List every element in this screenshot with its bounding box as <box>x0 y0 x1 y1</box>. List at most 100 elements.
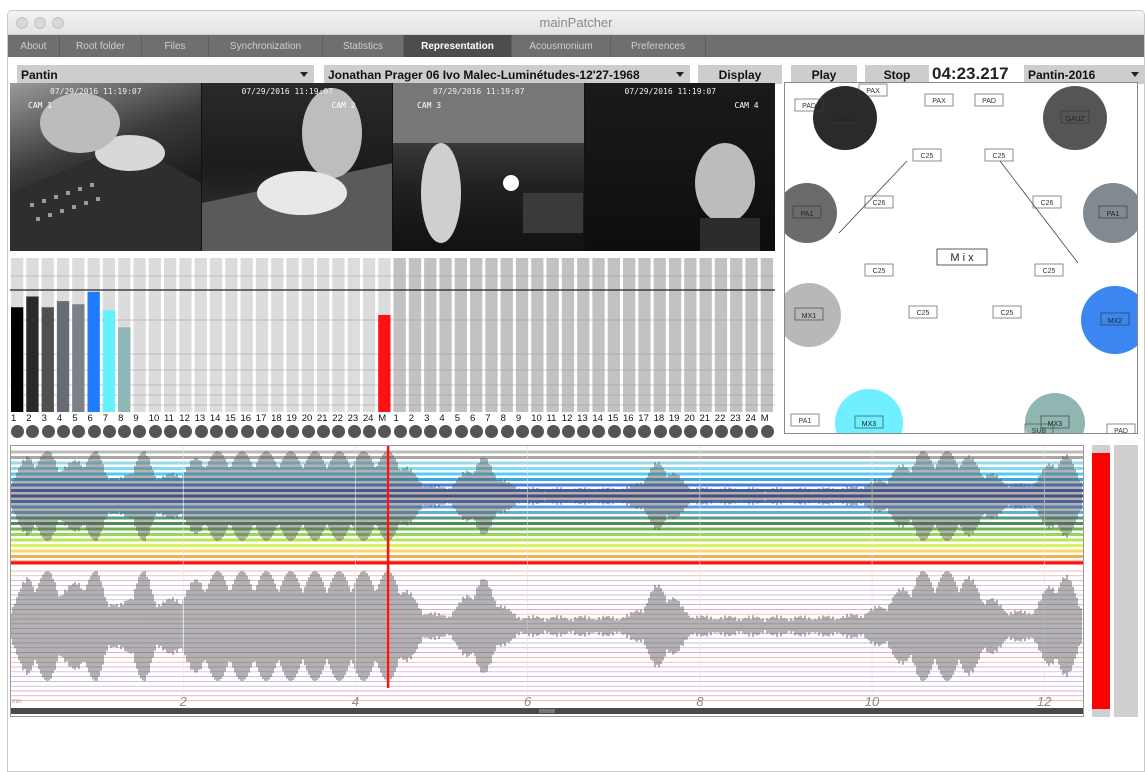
channel-label: 15 <box>607 413 619 424</box>
channel-toggle-button[interactable] <box>546 425 560 438</box>
channel-toggle-button[interactable] <box>26 425 40 438</box>
speaker-tag: SUB <box>1032 428 1047 434</box>
channel-toggle-button[interactable] <box>408 425 422 438</box>
channel-toggle-button[interactable] <box>11 425 24 438</box>
channel-toggle-button[interactable] <box>255 425 269 438</box>
channel-label: 8 <box>500 413 506 424</box>
tab-representation[interactable]: Representation <box>404 35 512 57</box>
channel-toggle-button[interactable] <box>485 425 499 438</box>
channel-toggle-button[interactable] <box>102 425 116 438</box>
meter-track <box>653 258 666 412</box>
waveform-timeline[interactable]: min 2 4 6 8 10 12 <box>10 445 1084 717</box>
channel-toggle-button[interactable] <box>607 425 621 438</box>
channel-toggle-button[interactable] <box>623 425 636 438</box>
channel-toggle-button[interactable] <box>179 425 193 438</box>
channel-toggle-button[interactable] <box>271 425 285 438</box>
channel-toggle-button[interactable] <box>240 425 254 438</box>
channel-toggle-button[interactable] <box>714 425 728 438</box>
piece-select-value: Jonathan Prager 06 Ivo Malec-Luminétudes… <box>328 67 640 82</box>
channel-toggle-button[interactable] <box>515 425 529 438</box>
speaker-3[interactable]: PA1 <box>1083 183 1138 243</box>
speaker-tag: C25 <box>921 153 934 160</box>
channel-toggle-button[interactable] <box>378 425 392 438</box>
channel-toggle-button[interactable] <box>439 425 453 438</box>
speaker-label: PA1 <box>1107 211 1120 218</box>
channel-toggle-button[interactable] <box>745 425 759 438</box>
channel-label: 22 <box>332 413 343 424</box>
channel-toggle-button[interactable] <box>638 425 652 438</box>
channel-label: 14 <box>209 413 221 424</box>
channel-toggle-button[interactable] <box>454 425 468 438</box>
channel-toggle-button[interactable] <box>684 425 698 438</box>
channel-toggle-button[interactable] <box>653 425 667 438</box>
meter-track <box>194 258 207 412</box>
speaker-tag: PA1 <box>799 418 812 425</box>
channel-toggle-button[interactable] <box>286 425 300 438</box>
speaker-1[interactable]: GAUZ <box>1043 86 1107 150</box>
meter-bar-5 <box>72 304 85 412</box>
display-button[interactable]: Display <box>698 65 782 84</box>
channel-toggle-button[interactable] <box>699 425 713 438</box>
channel-toggle-button[interactable] <box>317 425 330 438</box>
channel-toggle-button[interactable] <box>500 425 514 438</box>
meter-track <box>301 258 314 412</box>
speaker-axis-line <box>999 160 1079 264</box>
tab-bar: About Root folder Files Synchronization Stat… <box>8 35 1144 57</box>
venue-select[interactable]: Pantin <box>17 65 314 84</box>
spatialization-view[interactable]: GAUZ GAUZ PA1 PA1 MX1 MX2 MX3 MX3 PAD PAX PAX PAD C2… <box>784 82 1138 434</box>
channel-toggle-button[interactable] <box>760 425 774 438</box>
channel-toggle-button[interactable] <box>393 425 407 438</box>
tab-acousmonium[interactable]: Acousmonium <box>512 35 611 57</box>
speaker-6[interactable]: MX3 <box>835 389 903 434</box>
channel-toggle-button[interactable] <box>56 425 70 438</box>
channel-toggle-button[interactable] <box>133 425 147 438</box>
channel-toggle-button[interactable] <box>561 425 575 438</box>
channel-toggle-button[interactable] <box>470 425 483 438</box>
meter-track <box>286 258 299 412</box>
tab-root-folder[interactable]: Root folder <box>60 35 142 57</box>
speaker-5[interactable]: MX2 <box>1081 286 1138 354</box>
speaker-map: GAUZ GAUZ PA1 PA1 MX1 MX2 MX3 MX3 PAD PAX PAX PAD C2… <box>785 83 1138 434</box>
channel-label: 9 <box>515 413 522 424</box>
channel-toggle-button[interactable] <box>730 425 744 438</box>
channel-label: 16 <box>240 413 252 424</box>
channel-toggle-button[interactable] <box>668 425 682 438</box>
video-strip: 07/29/2016 11:19:07 CAM 1 07/29/2016 11:… <box>10 83 775 251</box>
tab-files[interactable]: Files <box>142 35 209 57</box>
channel-toggle-button[interactable] <box>424 425 438 438</box>
channel-toggle-button[interactable] <box>87 425 101 438</box>
channel-toggle-button[interactable] <box>592 425 606 438</box>
meter-track <box>439 258 452 412</box>
meter-track <box>515 258 529 412</box>
tab-about[interactable]: About <box>8 35 60 57</box>
channel-toggle-button[interactable] <box>332 425 346 438</box>
meter-bar-7 <box>102 310 116 412</box>
channel-toggle-button[interactable] <box>148 425 162 438</box>
meter-track <box>148 258 161 412</box>
chevron-down-icon <box>676 72 684 77</box>
channel-toggle-button[interactable] <box>301 425 315 438</box>
channel-toggle-button[interactable] <box>347 425 361 438</box>
channel-toggle-button[interactable] <box>118 425 132 438</box>
tab-synchronization[interactable]: Synchronization <box>209 35 323 57</box>
channel-toggle-button[interactable] <box>531 425 545 438</box>
piece-select[interactable]: Jonathan Prager 06 Ivo Malec-Luminétudes… <box>324 65 690 84</box>
channel-toggle-button[interactable] <box>225 425 239 438</box>
channel-toggle-button[interactable] <box>41 425 55 438</box>
meter-track <box>347 258 360 412</box>
channel-toggle-button[interactable] <box>72 425 86 438</box>
channel-label: 3 <box>424 413 430 424</box>
channel-label: 23 <box>730 413 741 424</box>
channel-toggle-button[interactable] <box>194 425 208 438</box>
channel-toggle-button[interactable] <box>362 425 376 438</box>
channel-toggle-button[interactable] <box>164 425 177 438</box>
channel-toggle-button[interactable] <box>577 425 591 438</box>
speaker-4[interactable]: MX1 <box>785 283 841 347</box>
tab-preferences[interactable]: Preferences <box>611 35 706 57</box>
tab-statistics[interactable]: Statistics <box>323 35 404 57</box>
speaker-2[interactable]: PA1 <box>785 183 837 243</box>
speaker-0[interactable]: GAUZ <box>813 86 877 150</box>
channel-toggle-button[interactable] <box>209 425 223 438</box>
scrollbar-handle[interactable] <box>539 709 555 713</box>
speaker-label: MX1 <box>802 313 817 320</box>
